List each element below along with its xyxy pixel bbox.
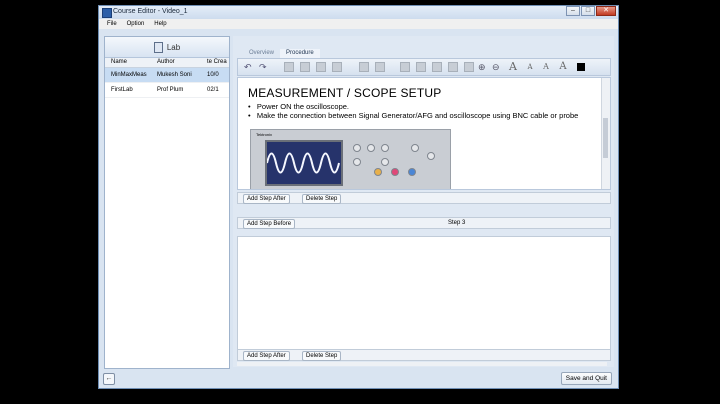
- step-3-actions: Add Step After Delete Step: [237, 349, 611, 361]
- col-author[interactable]: Author: [153, 58, 205, 67]
- content-heading: MEASUREMENT / SCOPE SETUP: [248, 86, 442, 100]
- bullet-item: • Power ON the oscilloscope.: [248, 102, 350, 111]
- maximize-button[interactable]: □: [581, 6, 595, 16]
- book-icon: [153, 41, 163, 53]
- knob-icon: [353, 144, 361, 152]
- row-created: 02/1: [207, 87, 219, 93]
- horizontal-scrollbar[interactable]: [237, 362, 607, 366]
- align-center-icon[interactable]: [416, 62, 426, 72]
- table-icon[interactable]: [448, 62, 458, 72]
- step-3-content[interactable]: [237, 236, 611, 350]
- row-name: FirstLab: [111, 87, 133, 93]
- step-content[interactable]: MEASUREMENT / SCOPE SETUP • Power ON the…: [237, 77, 611, 190]
- knob-icon: [381, 144, 389, 152]
- text-style-icon[interactable]: A: [508, 61, 518, 72]
- delete-step-button[interactable]: Delete Step: [302, 351, 342, 361]
- knob-icon: [411, 144, 419, 152]
- bullet-item: • Make the connection between Signal Gen…: [248, 111, 579, 120]
- bullet-text: Power ON the oscilloscope.: [256, 102, 350, 111]
- knob-icon: [374, 168, 382, 176]
- next-step-header: Add Step Before Step 3: [237, 217, 611, 229]
- image-icon[interactable]: [464, 62, 474, 72]
- align-left-icon[interactable]: [400, 62, 410, 72]
- font-smaller-icon[interactable]: A: [525, 62, 535, 72]
- font-size-icon[interactable]: A: [558, 62, 568, 72]
- title-bar: Course Editor - Video_1 – □ ✕: [99, 6, 618, 19]
- delete-step-button[interactable]: Delete Step: [302, 194, 342, 204]
- text-color-swatch[interactable]: [577, 63, 585, 71]
- copy-icon[interactable]: [300, 62, 310, 72]
- knob-icon: [381, 158, 389, 166]
- oscilloscope-image: Tektronix: [250, 129, 451, 189]
- step-actions: Add Step After Delete Step: [237, 192, 611, 204]
- close-button[interactable]: ✕: [596, 6, 616, 16]
- lab-table-header: Name Author te Crea: [105, 58, 229, 68]
- undo-icon[interactable]: ↶: [244, 62, 254, 72]
- bottom-bar: ← Save and Quit: [99, 368, 618, 388]
- lab-header-title: Lab: [166, 42, 181, 52]
- table-row[interactable]: MinMaxMeas Mukesh Soni 10/0: [105, 68, 229, 83]
- knob-icon: [353, 158, 361, 166]
- row-author: Mukesh Soni: [157, 72, 192, 78]
- align-right-icon[interactable]: [432, 62, 442, 72]
- add-step-after-button[interactable]: Add Step After: [243, 194, 290, 204]
- minimize-button[interactable]: –: [566, 6, 580, 16]
- knob-icon: [427, 152, 435, 160]
- row-author: Prof Plum: [157, 87, 184, 93]
- add-step-after-button[interactable]: Add Step After: [243, 351, 290, 361]
- step-label: Step 3: [448, 220, 466, 226]
- app-icon: [102, 8, 112, 18]
- scope-screen: [265, 140, 343, 186]
- menu-file[interactable]: File: [107, 19, 117, 29]
- zoom-in-icon[interactable]: ⊕: [478, 62, 488, 72]
- row-created: 10/0: [207, 72, 219, 78]
- tab-procedure[interactable]: Procedure: [280, 49, 320, 58]
- menu-bar: File Option Help: [99, 19, 618, 29]
- content-scrollbar[interactable]: [601, 78, 610, 189]
- table-row[interactable]: FirstLab Prof Plum 02/1: [105, 83, 229, 98]
- bold-icon[interactable]: [359, 62, 369, 72]
- lab-list-panel: Lab Name Author te Crea MinMaxMeas Mukes…: [104, 36, 230, 369]
- col-created[interactable]: te Crea: [205, 58, 227, 67]
- knob-icon: [367, 144, 375, 152]
- col-name[interactable]: Name: [105, 58, 153, 67]
- editor-tabs: Overview Procedure: [243, 49, 320, 58]
- course-editor-window: Course Editor - Video_1 – □ ✕ File Optio…: [98, 5, 619, 389]
- cut-icon[interactable]: [284, 62, 294, 72]
- paste-icon[interactable]: [316, 62, 326, 72]
- lab-header: Lab: [105, 37, 229, 58]
- format-icon[interactable]: [332, 62, 342, 72]
- bullet-text: Make the connection between Signal Gener…: [256, 111, 579, 120]
- redo-icon[interactable]: ↷: [259, 62, 269, 72]
- editor-toolbar: ↶ ↷ ⊕ ⊖ A A A A: [237, 58, 611, 76]
- row-name: MinMaxMeas: [111, 72, 147, 78]
- back-arrow-icon[interactable]: ←: [103, 373, 115, 385]
- save-and-quit-button[interactable]: Save and Quit: [560, 372, 612, 385]
- add-step-before-button[interactable]: Add Step Before: [243, 219, 296, 229]
- zoom-out-icon[interactable]: ⊖: [492, 62, 502, 72]
- tab-overview[interactable]: Overview: [243, 49, 280, 58]
- list-icon[interactable]: [375, 62, 385, 72]
- window-title: Course Editor - Video_1: [113, 8, 188, 15]
- knob-icon: [408, 168, 416, 176]
- menu-help[interactable]: Help: [154, 19, 166, 29]
- editor-panel: Overview Procedure ↶ ↷ ⊕ ⊖ A A A A MEASU…: [233, 36, 614, 367]
- sine-wave-icon: [266, 152, 340, 174]
- scope-brand: Tektronix: [256, 132, 273, 137]
- scroll-thumb[interactable]: [603, 118, 608, 158]
- menu-option[interactable]: Option: [127, 19, 145, 29]
- knob-icon: [391, 168, 399, 176]
- font-larger-icon[interactable]: A: [541, 62, 551, 72]
